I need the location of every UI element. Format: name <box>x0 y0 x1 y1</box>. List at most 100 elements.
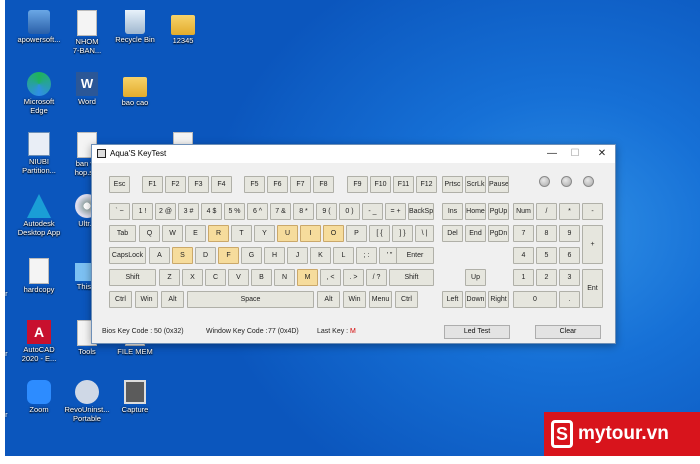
key-f[interactable]: F <box>218 247 239 264</box>
key-t[interactable]: T <box>231 225 252 242</box>
key-f12[interactable]: F12 <box>416 176 437 193</box>
key-l[interactable]: L <box>333 247 354 264</box>
key-n9[interactable]: 9 <box>559 225 580 242</box>
key-lwin[interactable]: Win <box>135 291 158 308</box>
key-s[interactable]: S <box>172 247 193 264</box>
key-k5[interactable]: 5 % <box>224 203 245 220</box>
key-rctrl[interactable]: Ctrl <box>395 291 418 308</box>
key-prtsc[interactable]: Prtsc <box>442 176 463 193</box>
key-p[interactable]: P <box>346 225 367 242</box>
key-lalt[interactable]: Alt <box>161 291 184 308</box>
key-n5[interactable]: 5 <box>536 247 557 264</box>
key-f4[interactable]: F4 <box>211 176 232 193</box>
key-pause[interactable]: Pause <box>488 176 509 193</box>
key-f7[interactable]: F7 <box>290 176 311 193</box>
hardcopy-icon[interactable]: hardcopy <box>15 258 63 295</box>
recycle-bin-icon[interactable]: Recycle Bin <box>111 10 159 45</box>
key-z[interactable]: Z <box>159 269 180 286</box>
key-ralt[interactable]: Alt <box>317 291 340 308</box>
key-nminus[interactable]: - <box>582 203 603 220</box>
key-g[interactable]: G <box>241 247 262 264</box>
led-test-button[interactable]: Led Test <box>444 325 510 339</box>
key-rshift[interactable]: Shift <box>389 269 434 286</box>
key-slash[interactable]: / ? <box>366 269 387 286</box>
key-equals[interactable]: = + <box>385 203 406 220</box>
key-b[interactable]: B <box>251 269 272 286</box>
key-y[interactable]: Y <box>254 225 275 242</box>
key-ins[interactable]: Ins <box>442 203 463 220</box>
key-i[interactable]: I <box>300 225 321 242</box>
zoom-icon[interactable]: Zoom <box>15 380 63 415</box>
key-k2[interactable]: 2 @ <box>155 203 176 220</box>
capture-icon[interactable]: Capture <box>111 380 159 415</box>
key-f9[interactable]: F9 <box>347 176 368 193</box>
key-m[interactable]: M <box>297 269 318 286</box>
nhom-doc-icon[interactable]: NHOM 7-BAN... <box>63 10 111 55</box>
maximize-button[interactable]: ☐ <box>565 147 585 161</box>
key-c[interactable]: C <box>205 269 226 286</box>
key-nent[interactable]: Ent <box>582 269 603 308</box>
key-f2[interactable]: F2 <box>165 176 186 193</box>
key-f11[interactable]: F11 <box>393 176 414 193</box>
key-up[interactable]: Up <box>465 269 486 286</box>
key-pgup[interactable]: PgUp <box>488 203 509 220</box>
key-k8[interactable]: 8 * <box>293 203 314 220</box>
key-caps[interactable]: CapsLock <box>109 247 146 264</box>
key-home[interactable]: Home <box>465 203 486 220</box>
key-lbr[interactable]: [ { <box>369 225 390 242</box>
key-v[interactable]: V <box>228 269 249 286</box>
edge-icon[interactable]: Microsoft Edge <box>15 72 63 115</box>
bao-cao-folder-icon[interactable]: bao cao <box>111 72 159 108</box>
key-n4[interactable]: 4 <box>513 247 534 264</box>
key-lctrl[interactable]: Ctrl <box>109 291 132 308</box>
key-semi[interactable]: ; : <box>356 247 377 264</box>
key-bslash[interactable]: \ | <box>415 225 434 242</box>
key-d[interactable]: D <box>195 247 216 264</box>
niubi-icon[interactable]: NIUBI Partition... <box>15 132 63 175</box>
key-u[interactable]: U <box>277 225 298 242</box>
clear-button[interactable]: Clear <box>535 325 601 339</box>
key-k1[interactable]: 1 ! <box>132 203 153 220</box>
key-n7[interactable]: 7 <box>513 225 534 242</box>
key-f6[interactable]: F6 <box>267 176 288 193</box>
key-num[interactable]: Num <box>513 203 534 220</box>
key-f3[interactable]: F3 <box>188 176 209 193</box>
apowersoft-icon[interactable]: apowersoft... <box>15 10 63 45</box>
key-tab[interactable]: Tab <box>109 225 136 242</box>
key-down[interactable]: Down <box>465 291 486 308</box>
minimize-button[interactable]: — <box>542 147 562 161</box>
title-bar[interactable]: Aqua'S KeyTest — ☐ ✕ <box>92 145 615 163</box>
key-backspace[interactable]: BackSpace <box>408 203 434 220</box>
key-rwin[interactable]: Win <box>343 291 366 308</box>
key-ndot[interactable]: . <box>559 291 580 308</box>
key-j[interactable]: J <box>287 247 308 264</box>
key-left[interactable]: Left <box>442 291 463 308</box>
word-icon[interactable]: W Word <box>63 72 111 107</box>
key-f8[interactable]: F8 <box>313 176 334 193</box>
key-e[interactable]: E <box>185 225 206 242</box>
key-n2[interactable]: 2 <box>536 269 557 286</box>
key-del[interactable]: Del <box>442 225 463 242</box>
key-n0[interactable]: 0 <box>513 291 557 308</box>
key-enter[interactable]: Enter <box>396 247 434 264</box>
key-k7[interactable]: 7 & <box>270 203 291 220</box>
key-f10[interactable]: F10 <box>370 176 391 193</box>
key-scrlk[interactable]: ScrLk <box>465 176 486 193</box>
key-k3[interactable]: 3 # <box>178 203 199 220</box>
key-ndiv[interactable]: / <box>536 203 557 220</box>
key-pgdn[interactable]: PgDn <box>488 225 509 242</box>
key-h[interactable]: H <box>264 247 285 264</box>
key-w[interactable]: W <box>162 225 183 242</box>
autodesk-icon[interactable]: Autodesk Desktop App <box>15 194 63 237</box>
key-q[interactable]: Q <box>139 225 160 242</box>
key-k6[interactable]: 6 ^ <box>247 203 268 220</box>
key-nplus[interactable]: + <box>582 225 603 264</box>
key-o[interactable]: O <box>323 225 344 242</box>
key-n8[interactable]: 8 <box>536 225 557 242</box>
key-lshift[interactable]: Shift <box>109 269 156 286</box>
key-comma[interactable]: , < <box>320 269 341 286</box>
key-r[interactable]: R <box>208 225 229 242</box>
key-f1[interactable]: F1 <box>142 176 163 193</box>
revo-icon[interactable]: RevoUninst... Portable <box>63 380 111 423</box>
autocad-icon[interactable]: A AutoCAD 2020 - E... <box>15 320 63 363</box>
